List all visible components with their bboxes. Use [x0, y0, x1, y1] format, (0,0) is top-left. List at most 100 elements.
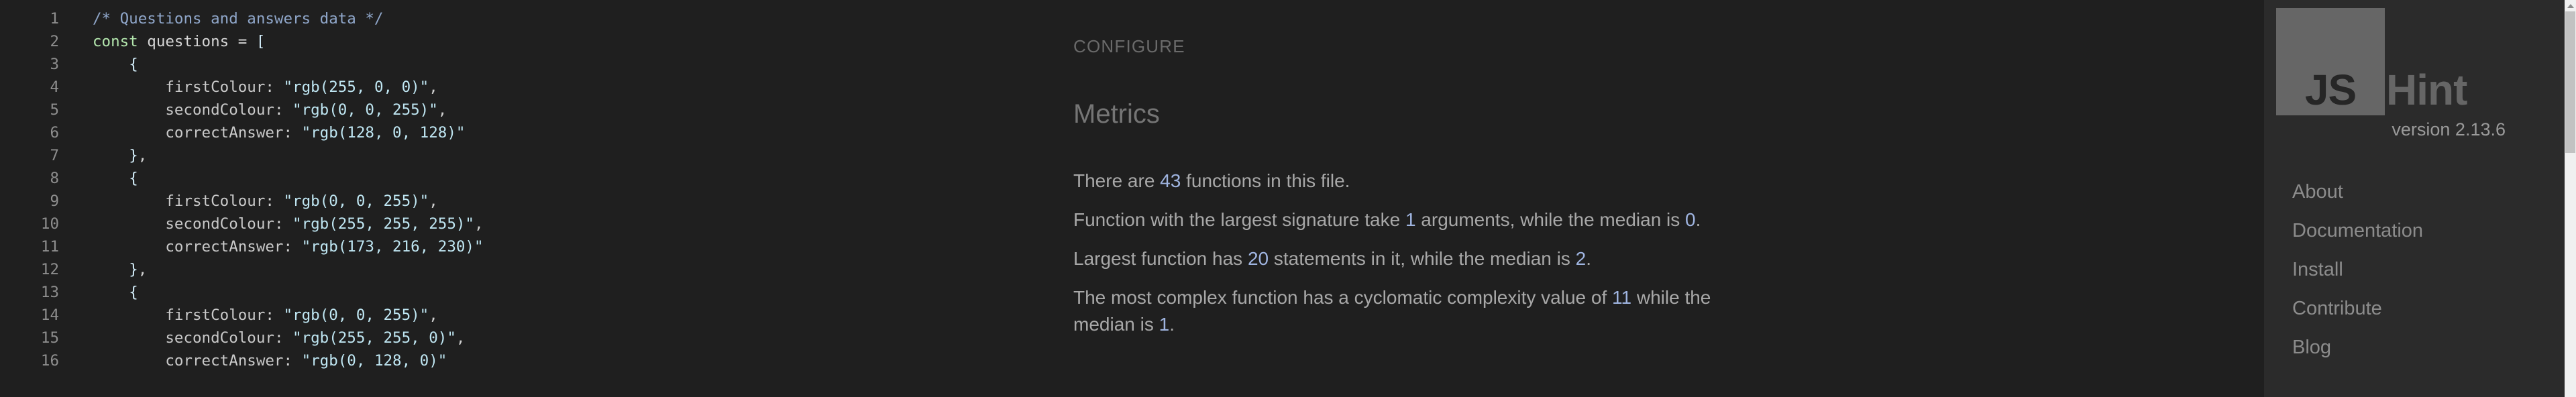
- metric-text: functions in this file.: [1181, 170, 1350, 191]
- metric-statement: The most complex function has a cyclomat…: [1073, 284, 1744, 338]
- sidebar-item-about[interactable]: About: [2292, 182, 2423, 202]
- code-token-str: "rgb(0, 128, 0)": [301, 352, 447, 370]
- line-number: 14: [40, 306, 59, 324]
- code-line-text[interactable]: correctAnswer: "rgb(0, 128, 0)": [59, 349, 447, 372]
- code-line[interactable]: 11 correctAnswer: "rgb(173, 216, 230)": [0, 235, 1033, 258]
- code-token-brk: [: [256, 33, 266, 50]
- code-line-text[interactable]: },: [59, 258, 147, 281]
- metric-text: There are: [1073, 170, 1161, 191]
- line-number: 7: [50, 147, 59, 164]
- chevron-up-icon: [2567, 3, 2574, 8]
- code-line[interactable]: 8 {: [0, 167, 1033, 190]
- code-line-text[interactable]: const questions = [: [59, 30, 265, 53]
- code-token-brk: {: [129, 56, 138, 73]
- brand-block[interactable]: JS Hint version 2.13.6: [2276, 8, 2531, 140]
- code-token-prop: firstColour: [165, 192, 266, 210]
- code-token-punc: :: [274, 215, 293, 233]
- code-line[interactable]: 1 /* Questions and answers data */: [0, 7, 1033, 30]
- sidebar-item-contribute[interactable]: Contribute: [2292, 299, 2423, 319]
- code-token-punc: ,: [138, 261, 148, 278]
- sidebar-item-install[interactable]: Install: [2292, 260, 2423, 280]
- code-editor-pane[interactable]: 1 /* Questions and answers data */ 2 const …: [0, 0, 1033, 397]
- metric-text: .: [1586, 248, 1592, 269]
- code-line-text[interactable]: firstColour: "rgb(0, 0, 255)",: [59, 304, 438, 327]
- code-token-brk: }: [129, 147, 138, 164]
- metric-value: 1: [1405, 209, 1416, 230]
- code-token-punc: ,: [429, 306, 438, 324]
- info-pane: CONFIGURE Metrics There are 43 functions…: [1033, 0, 2264, 397]
- sidebar: JS Hint version 2.13.6 About Documentatio…: [2264, 0, 2576, 397]
- code-token-punc: :: [283, 124, 302, 141]
- code-line-text[interactable]: secondColour: "rgb(255, 255, 255)",: [59, 213, 483, 235]
- code-token-punc: :: [283, 352, 302, 370]
- code-token-op: =: [237, 33, 256, 50]
- metric-statement: Largest function has 20 statements in it…: [1073, 245, 1744, 272]
- code-line[interactable]: 6 correctAnswer: "rgb(128, 0, 128)": [0, 121, 1033, 144]
- metric-statement: There are 43 functions in this file.: [1073, 168, 1744, 194]
- code-token-str: "rgb(0, 0, 255)": [283, 306, 429, 324]
- sidebar-nav: About Documentation Install Contribute Blog: [2292, 182, 2423, 377]
- code-line[interactable]: 14 firstColour: "rgb(0, 0, 255)",: [0, 304, 1033, 327]
- code-token-str: "rgb(255, 255, 0)": [292, 329, 456, 347]
- js-logo-box: JS: [2276, 8, 2385, 115]
- code-line-text[interactable]: {: [59, 167, 138, 190]
- code-line[interactable]: 15 secondColour: "rgb(255, 255, 0)",: [0, 327, 1033, 349]
- code-token-str: "rgb(0, 0, 255)": [283, 192, 429, 210]
- code-line[interactable]: 13 {: [0, 281, 1033, 304]
- line-number: 9: [50, 192, 59, 210]
- code-line[interactable]: 12 },: [0, 258, 1033, 281]
- code-token-punc: :: [265, 78, 284, 96]
- metrics-heading: Metrics: [1073, 99, 1160, 129]
- hint-logo-text: Hint: [2386, 66, 2467, 114]
- code-line[interactable]: 2 const questions = [: [0, 30, 1033, 53]
- code-token-prop: correctAnswer: [165, 238, 284, 256]
- sidebar-item-documentation[interactable]: Documentation: [2292, 221, 2423, 241]
- metric-text: Function with the largest signature take: [1073, 209, 1405, 230]
- code-line-text[interactable]: correctAnswer: "rgb(173, 216, 230)": [59, 235, 483, 258]
- metric-value: 11: [1612, 287, 1632, 308]
- page-scrollbar[interactable]: [2565, 0, 2576, 397]
- code-line-text[interactable]: {: [59, 53, 138, 76]
- code-line-text[interactable]: },: [59, 144, 147, 167]
- scrollbar-up-button[interactable]: [2565, 0, 2576, 11]
- code-line-text[interactable]: /* Questions and answers data */: [59, 7, 383, 30]
- metric-value: 1: [1159, 314, 1170, 335]
- code-line-text[interactable]: firstColour: "rgb(255, 0, 0)",: [59, 76, 437, 99]
- jshint-logo[interactable]: JS Hint: [2276, 8, 2531, 115]
- configure-section-label[interactable]: CONFIGURE: [1073, 36, 1185, 57]
- code-line-list[interactable]: 1 /* Questions and answers data */ 2 const …: [0, 7, 1033, 372]
- scrollbar-thumb[interactable]: [2565, 11, 2575, 153]
- metric-value: 0: [1685, 209, 1696, 230]
- code-line-text[interactable]: secondColour: "rgb(0, 0, 255)",: [59, 99, 447, 121]
- code-token-punc: :: [265, 306, 284, 324]
- code-token-punc: ,: [429, 192, 438, 210]
- line-number: 3: [50, 56, 59, 73]
- metric-statement: Function with the largest signature take…: [1073, 207, 1744, 233]
- sidebar-item-blog[interactable]: Blog: [2292, 338, 2423, 357]
- code-line[interactable]: 4 firstColour: "rgb(255, 0, 0)",: [0, 76, 1033, 99]
- code-line[interactable]: 7 },: [0, 144, 1033, 167]
- metric-text: Largest function has: [1073, 248, 1248, 269]
- code-line[interactable]: 3 {: [0, 53, 1033, 76]
- code-token-prop: correctAnswer: [165, 352, 284, 370]
- code-line-text[interactable]: secondColour: "rgb(255, 255, 0)",: [59, 327, 465, 349]
- code-line[interactable]: 5 secondColour: "rgb(0, 0, 255)",: [0, 99, 1033, 121]
- code-token-com: /* Questions and answers data */: [93, 10, 384, 27]
- code-line-text[interactable]: firstColour: "rgb(0, 0, 255)",: [59, 190, 438, 213]
- code-line[interactable]: 16 correctAnswer: "rgb(0, 128, 0)": [0, 349, 1033, 372]
- code-line-text[interactable]: correctAnswer: "rgb(128, 0, 128)": [59, 121, 465, 144]
- code-line-text[interactable]: {: [59, 281, 138, 304]
- line-number: 12: [40, 261, 59, 278]
- code-line[interactable]: 10 secondColour: "rgb(255, 255, 255)",: [0, 213, 1033, 235]
- code-line[interactable]: 9 firstColour: "rgb(0, 0, 255)",: [0, 190, 1033, 213]
- code-token-str: "rgb(255, 0, 0)": [283, 78, 429, 96]
- code-token-punc: :: [274, 101, 293, 119]
